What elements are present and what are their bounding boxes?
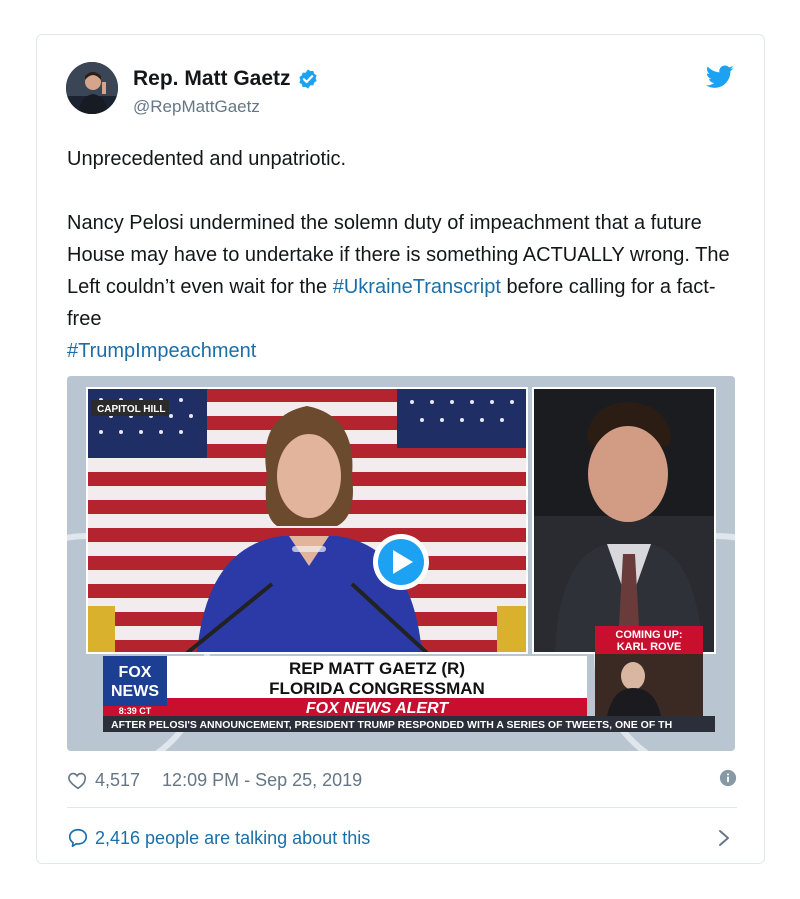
video-frame: CAPITOL HILL COMING UP: KARL ROVE REP MA… (67, 376, 735, 751)
divider (67, 807, 737, 808)
play-button[interactable] (373, 534, 429, 590)
verified-badge-icon (298, 69, 317, 89)
twitter-bird-icon[interactable] (706, 65, 734, 89)
author-name[interactable]: Rep. Matt Gaetz (133, 67, 319, 91)
broadcast-clock: 8:39 CT (119, 706, 152, 716)
tweet-card[interactable]: Rep. Matt Gaetz @RepMattGaetz Unpreceden… (36, 34, 765, 864)
tweet-meta: 4,517 12:09 PM - Sep 25, 2019 (67, 765, 737, 795)
info-icon[interactable] (719, 769, 737, 787)
chyron-name: REP MATT GAETZ (R) (289, 659, 465, 678)
coming-up-name: KARL ROVE (617, 641, 682, 653)
news-ticker: AFTER PELOSI'S ANNOUNCEMENT, PRESIDENT T… (111, 719, 672, 731)
talking-count[interactable]: 2,416 people are talking about this (95, 828, 370, 849)
tweet-paragraph: Nancy Pelosi undermined the solemn duty … (67, 207, 737, 367)
coming-up-label: COMING UP: (615, 629, 682, 641)
tweet-text: Unprecedented and unpatriotic. Nancy Pel… (67, 143, 737, 367)
conversation-link[interactable]: 2,416 people are talking about this (67, 823, 737, 853)
location-tag: CAPITOL HILL (97, 404, 166, 415)
chyron-title: FLORIDA CONGRESSMAN (269, 679, 485, 698)
author-display-name[interactable]: Rep. Matt Gaetz (133, 67, 291, 91)
tweet-timestamp[interactable]: 12:09 PM - Sep 25, 2019 (162, 770, 362, 791)
hashtag-ukraine-transcript[interactable]: #UkraineTranscript (333, 276, 501, 298)
fox-news-alert: FOX NEWS ALERT (306, 700, 449, 717)
heart-icon[interactable] (67, 769, 89, 791)
like-count[interactable]: 4,517 (95, 770, 140, 791)
hashtag-trump-impeachment[interactable]: #TrumpImpeachment (67, 340, 256, 362)
chevron-right-icon[interactable] (717, 829, 731, 847)
tweet-line1: Unprecedented and unpatriotic. (67, 148, 347, 170)
author-handle[interactable]: @RepMattGaetz (133, 97, 260, 117)
video-thumbnail[interactable]: CAPITOL HILL COMING UP: KARL ROVE REP MA… (67, 376, 735, 751)
fox-logo-line1: FOX (119, 664, 152, 681)
avatar[interactable] (66, 62, 118, 114)
speech-bubble-icon (68, 828, 88, 848)
fox-logo-line2: NEWS (111, 683, 159, 700)
